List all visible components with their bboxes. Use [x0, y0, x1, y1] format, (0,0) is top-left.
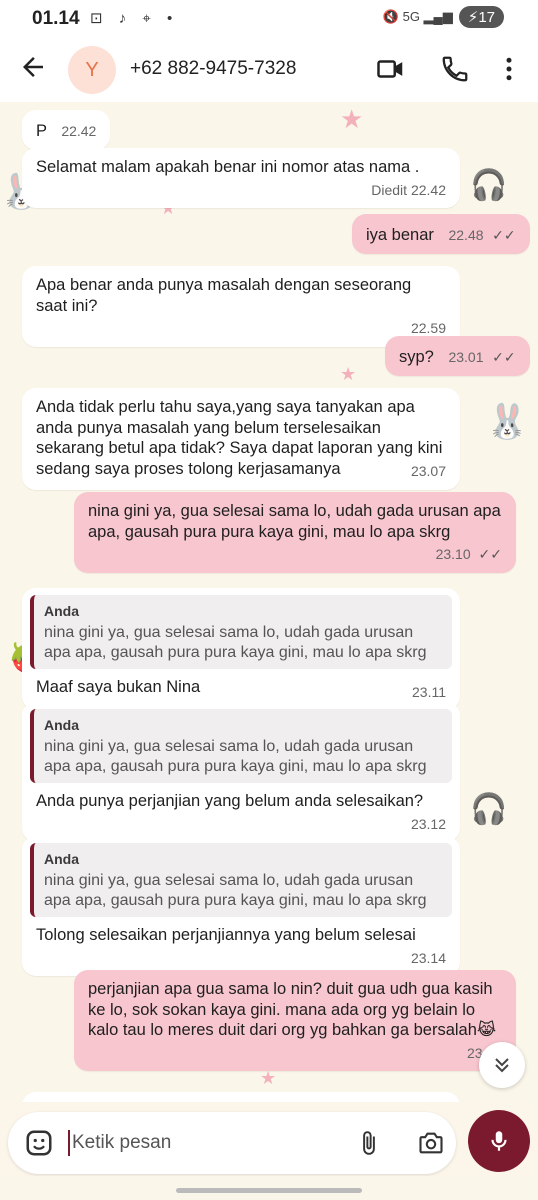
- camera-icon[interactable]: [416, 1129, 446, 1157]
- message-text: Selamat malam apakah benar ini nomor ata…: [36, 158, 420, 176]
- scroll-to-bottom-button[interactable]: [479, 1042, 525, 1088]
- message-time: 23.10: [435, 546, 471, 562]
- contact-name[interactable]: +62 882-9475-7328: [130, 58, 296, 80]
- message-text: syp?: [399, 348, 434, 366]
- message-text: iya benar: [366, 226, 434, 244]
- status-time: 01.14: [32, 8, 80, 29]
- message-outgoing[interactable]: syp? 23.01 ✓✓: [385, 336, 530, 376]
- message-time: 22.59: [410, 320, 446, 336]
- message-incoming[interactable]: Apa benar anda punya masalah dengan sese…: [22, 266, 460, 347]
- message-time: 23.14: [410, 949, 446, 966]
- message-meta: Diedit 22.42: [36, 180, 446, 201]
- message-incoming-partial[interactable]: [22, 1092, 460, 1102]
- battery-icon: ⚡17: [458, 6, 504, 28]
- message-incoming[interactable]: Anda tidak perlu tahu saya,yang saya tan…: [22, 388, 460, 490]
- message-incoming[interactable]: P 22.42: [22, 110, 111, 150]
- back-arrow-icon[interactable]: [18, 52, 48, 82]
- edited-label: Diedit: [371, 181, 408, 198]
- message-outgoing[interactable]: perjanjian apa gua sama lo nin? duit gua…: [74, 970, 516, 1071]
- quoted-message[interactable]: Anda nina gini ya, gua selesai sama lo, …: [30, 709, 452, 783]
- message-text: Anda punya perjanjian yang belum anda se…: [36, 792, 424, 810]
- quoted-message[interactable]: Anda nina gini ya, gua selesai sama lo, …: [30, 595, 452, 669]
- status-notification-icons: ⊡ ♪ ⌖ •: [90, 10, 179, 27]
- message-incoming-reply[interactable]: Anda nina gini ya, gua selesai sama lo, …: [22, 588, 460, 710]
- read-receipt-icon: ✓✓: [478, 546, 502, 562]
- quoted-sender: Anda: [44, 603, 79, 619]
- message-time: 22.42: [61, 123, 97, 139]
- video-call-icon[interactable]: [376, 54, 406, 84]
- quoted-text: nina gini ya, gua selesai sama lo, udah …: [44, 738, 427, 775]
- quoted-text: nina gini ya, gua selesai sama lo, udah …: [44, 872, 427, 909]
- attach-icon[interactable]: [356, 1128, 382, 1158]
- star-decoration: ★: [340, 104, 364, 134]
- message-incoming-reply[interactable]: Anda nina gini ya, gua selesai sama lo, …: [22, 702, 460, 842]
- read-receipt-icon: ✓✓: [492, 349, 516, 365]
- message-time: 23.15: [88, 1043, 502, 1064]
- text-cursor: [68, 1130, 70, 1156]
- message-text: perjanjian apa gua sama lo nin? duit gua…: [88, 980, 497, 1039]
- star-decoration: ★: [340, 364, 357, 384]
- message-composer: Ketik pesan: [8, 1112, 456, 1174]
- quoted-text: nina gini ya, gua selesai sama lo, udah …: [44, 624, 427, 661]
- message-text: P: [36, 122, 47, 140]
- star-decoration: ★: [260, 1068, 277, 1088]
- avatar[interactable]: Y: [68, 46, 116, 94]
- signal-icons: 🔇 5G ▂▄▆: [382, 9, 453, 24]
- navigation-bar: [0, 1176, 538, 1200]
- headphones-decoration: 🎧: [470, 793, 508, 826]
- message-incoming[interactable]: Selamat malam apakah benar ini nomor ata…: [22, 148, 460, 208]
- status-right-icons: 🔇 5G ▂▄▆ ⚡17: [383, 6, 504, 28]
- chat-area[interactable]: ★ ★ ★ 🍓 🐰 🐰 🎧 🎧 ★ P 22.42 Selamat malam …: [0, 102, 538, 1102]
- double-chevron-down-icon: [495, 1058, 509, 1073]
- sticker-icon[interactable]: [24, 1128, 54, 1158]
- status-bar: 01.14 ⊡ ♪ ⌖ • 🔇 5G ▂▄▆ ⚡17: [0, 0, 538, 36]
- voice-call-icon[interactable]: [440, 54, 470, 84]
- microphone-icon: [491, 1131, 507, 1151]
- read-receipt-icon: ✓✓: [492, 227, 516, 243]
- message-time: 23.01: [448, 349, 484, 365]
- message-text: Tolong selesaikan perjanjiannya yang bel…: [36, 926, 416, 944]
- message-outgoing[interactable]: iya benar 22.48 ✓✓: [352, 214, 530, 254]
- message-meta: 23.10 ✓✓: [88, 544, 502, 565]
- message-incoming-reply[interactable]: Anda nina gini ya, gua selesai sama lo, …: [22, 836, 460, 976]
- chat-header: Y +62 882-9475-7328: [0, 36, 538, 103]
- message-time: 22.42: [410, 181, 446, 198]
- battery-level: 17: [478, 9, 495, 26]
- quoted-sender: Anda: [44, 717, 79, 733]
- message-text: nina gini ya, gua selesai sama lo, udah …: [88, 502, 501, 541]
- message-text: Apa benar anda punya masalah dengan sese…: [36, 276, 412, 315]
- home-gesture-handle[interactable]: [176, 1188, 362, 1193]
- quoted-message[interactable]: Anda nina gini ya, gua selesai sama lo, …: [30, 843, 452, 917]
- bunny-decoration: 🐰: [486, 403, 529, 441]
- more-options-icon[interactable]: [494, 54, 524, 84]
- message-time: 22.48: [448, 227, 484, 243]
- headphones-decoration: 🎧: [470, 169, 508, 202]
- voice-message-button[interactable]: [468, 1110, 530, 1172]
- message-input[interactable]: Ketik pesan: [72, 1132, 171, 1154]
- quoted-sender: Anda: [44, 851, 79, 867]
- message-time: 23.12: [410, 815, 446, 832]
- message-outgoing[interactable]: nina gini ya, gua selesai sama lo, udah …: [74, 492, 516, 573]
